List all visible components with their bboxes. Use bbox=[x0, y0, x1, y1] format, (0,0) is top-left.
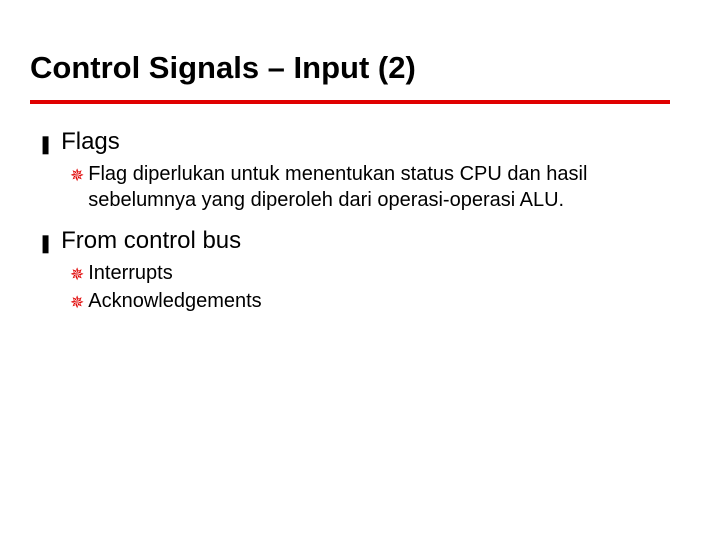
sub-list-item: ✵ Flag diperlukan untuk menentukan statu… bbox=[70, 162, 690, 213]
star-bullet-icon: ✵ bbox=[70, 167, 84, 184]
sub-list-item-text: Interrupts bbox=[88, 261, 172, 287]
sub-list-item: ✵ Interrupts bbox=[70, 261, 690, 287]
square-bullet-icon: ❚ bbox=[38, 135, 53, 153]
slide: Control Signals – Input (2) ❚ Flags ✵ Fl… bbox=[0, 0, 720, 314]
list-item: ❚ Flags bbox=[38, 128, 690, 156]
slide-content: ❚ Flags ✵ Flag diperlukan untuk menentuk… bbox=[30, 128, 690, 314]
square-bullet-icon: ❚ bbox=[38, 234, 53, 252]
sub-list-item-text: Acknowledgements bbox=[88, 289, 261, 315]
star-bullet-icon: ✵ bbox=[70, 266, 84, 283]
slide-title: Control Signals – Input (2) bbox=[30, 50, 690, 86]
sub-list-item: ✵ Acknowledgements bbox=[70, 289, 690, 315]
list-item: ❚ From control bus bbox=[38, 227, 690, 255]
star-bullet-icon: ✵ bbox=[70, 294, 84, 311]
list-item-label: From control bus bbox=[61, 227, 241, 255]
list-item-label: Flags bbox=[61, 128, 120, 156]
sub-list-item-text: Flag diperlukan untuk menentukan status … bbox=[88, 162, 648, 213]
title-rule bbox=[30, 100, 670, 104]
